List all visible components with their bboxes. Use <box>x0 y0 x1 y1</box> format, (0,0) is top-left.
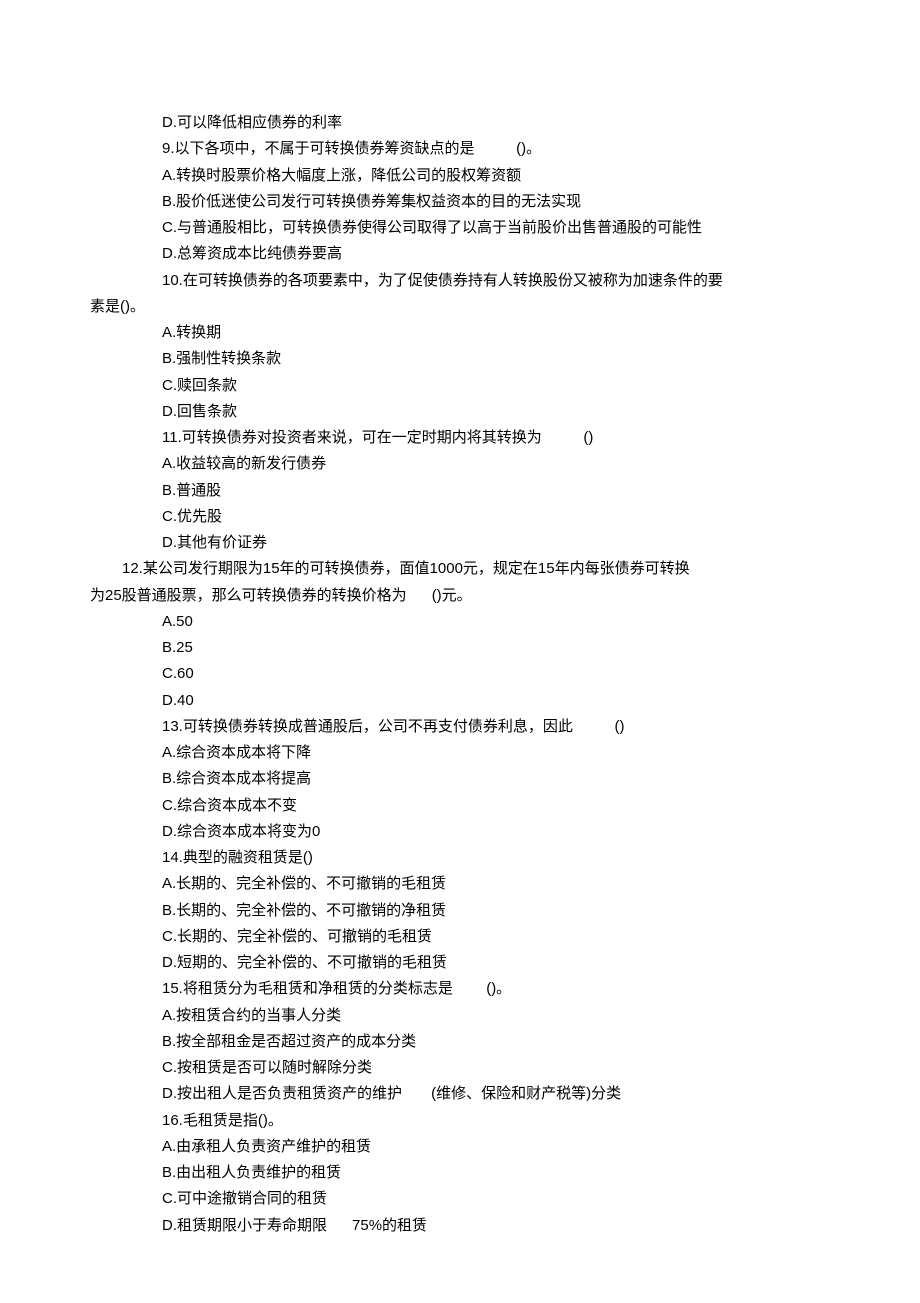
text-line: 12.某公司发行期限为15年的可转换债券，面值1000元，规定在15年内每张债券… <box>90 556 830 582</box>
text-line: D.40 <box>90 688 830 714</box>
text-line: A.按租赁合约的当事人分类 <box>90 1003 830 1029</box>
text-line: C.综合资本成本不变 <box>90 793 830 819</box>
text-line: 16.毛租赁是指()。 <box>90 1108 830 1134</box>
text-line: A.转换期 <box>90 320 830 346</box>
text-line: B.25 <box>90 635 830 661</box>
text-line: B.按全部租金是否超过资产的成本分类 <box>90 1029 830 1055</box>
text-line: A.收益较高的新发行债券 <box>90 451 830 477</box>
text-line: 11.可转换债券对投资者来说，可在一定时期内将其转换为 () <box>90 425 830 451</box>
text-line: C.可中途撤销合同的租赁 <box>90 1186 830 1212</box>
text-line: D.短期的、完全补偿的、不可撤销的毛租赁 <box>90 950 830 976</box>
text-line: 素是()。 <box>90 294 830 320</box>
text-line: 10.在可转换债券的各项要素中，为了促使债券持有人转换股份又被称为加速条件的要 <box>90 268 830 294</box>
text-line: A.综合资本成本将下降 <box>90 740 830 766</box>
text-line: C.优先股 <box>90 504 830 530</box>
text-line: C.长期的、完全补偿的、可撤销的毛租赁 <box>90 924 830 950</box>
text-line: D.回售条款 <box>90 399 830 425</box>
text-line: A.转换时股票价格大幅度上涨，降低公司的股权筹资额 <box>90 163 830 189</box>
text-line: 9.以下各项中，不属于可转换债券筹资缺点的是 ()。 <box>90 136 830 162</box>
text-line: B.长期的、完全补偿的、不可撤销的净租赁 <box>90 898 830 924</box>
text-line: 14.典型的融资租赁是() <box>90 845 830 871</box>
text-line: B.由出租人负责维护的租赁 <box>90 1160 830 1186</box>
text-line: C.按租赁是否可以随时解除分类 <box>90 1055 830 1081</box>
text-line: D.可以降低相应债券的利率 <box>90 110 830 136</box>
text-line: D.其他有价证券 <box>90 530 830 556</box>
text-line: A.由承租人负责资产维护的租赁 <box>90 1134 830 1160</box>
text-line: C.与普通股相比，可转换债券使得公司取得了以高于当前股价出售普通股的可能性 <box>90 215 830 241</box>
text-line: 15.将租赁分为毛租赁和净租赁的分类标志是 ()。 <box>90 976 830 1002</box>
text-line: B.普通股 <box>90 478 830 504</box>
text-line: D.按出租人是否负责租赁资产的维护 (维修、保险和财产税等)分类 <box>90 1081 830 1107</box>
text-line: 13.可转换债券转换成普通股后，公司不再支付债券利息，因此 () <box>90 714 830 740</box>
text-line: D.总筹资成本比纯债券要高 <box>90 241 830 267</box>
text-line: A.长期的、完全补偿的、不可撤销的毛租赁 <box>90 871 830 897</box>
text-line: 为25股普通股票，那么可转换债券的转换价格为 ()元。 <box>90 583 830 609</box>
document-body: D.可以降低相应债券的利率9.以下各项中，不属于可转换债券筹资缺点的是 ()。A… <box>90 110 830 1239</box>
text-line: C.60 <box>90 661 830 687</box>
text-line: D.综合资本成本将变为0 <box>90 819 830 845</box>
text-line: B.强制性转换条款 <box>90 346 830 372</box>
text-line: A.50 <box>90 609 830 635</box>
text-line: B.股价低迷使公司发行可转换债券筹集权益资本的目的无法实现 <box>90 189 830 215</box>
text-line: B.综合资本成本将提高 <box>90 766 830 792</box>
text-line: C.赎回条款 <box>90 373 830 399</box>
text-line: D.租赁期限小于寿命期限 75%的租赁 <box>90 1213 830 1239</box>
